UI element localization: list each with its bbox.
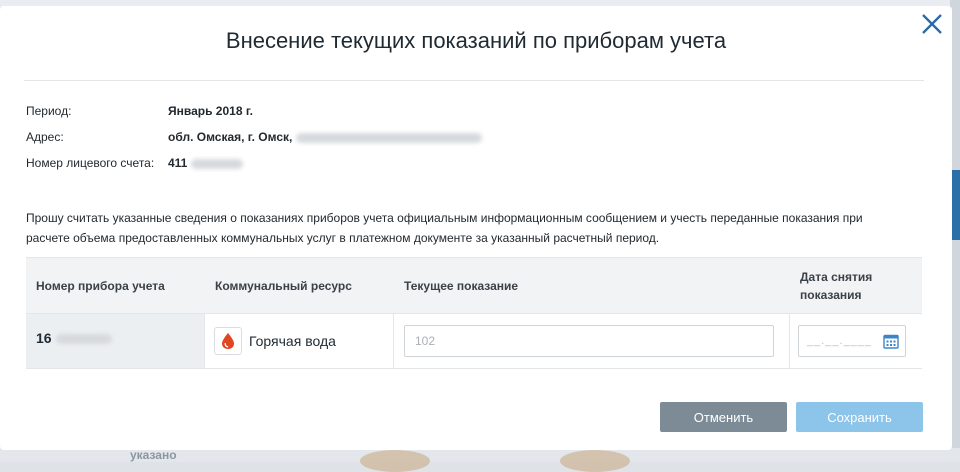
background-page-bottom: указано	[0, 448, 960, 472]
calendar-icon[interactable]	[883, 333, 899, 349]
period-value: Январь 2018 г.	[168, 104, 253, 118]
redacted-address	[296, 132, 483, 143]
meter-number: 16	[36, 330, 52, 346]
address-value: обл. Омская, г. Омск,	[168, 130, 483, 144]
background-image	[360, 450, 430, 472]
header-current-reading: Текущее показание	[404, 278, 519, 293]
resource-name: Горячая вода	[249, 333, 336, 349]
title-divider	[24, 80, 924, 81]
save-button[interactable]: Сохранить	[796, 402, 923, 432]
resource-cell: Горячая вода	[205, 314, 394, 368]
header-resource: Коммунальный ресурс	[215, 278, 352, 293]
header-reading-date: Дата снятия показания	[800, 269, 873, 302]
account-row: Номер лицевого счета: 411	[26, 156, 482, 182]
background-text: указано	[130, 448, 177, 462]
meters-table: Номер прибора учета Коммунальный ресурс …	[26, 257, 922, 369]
meter-number-cell: 16	[26, 314, 205, 368]
address-row: Адрес: обл. Омская, г. Омск,	[26, 130, 483, 156]
consent-notice: Прошу считать указанные сведения о показ…	[26, 211, 863, 245]
date-mask: __.__.____	[807, 335, 873, 347]
reading-date-input[interactable]: __.__.____	[798, 325, 906, 357]
address-label: Адрес:	[26, 130, 64, 144]
water-drop-icon	[214, 327, 242, 355]
current-reading-cell	[394, 314, 790, 368]
account-label: Номер лицевого счета:	[26, 156, 155, 170]
dialog-title: Внесение текущих показаний по приборам у…	[225, 28, 727, 53]
table-row: 16 Горячая вода __.__.____	[26, 313, 922, 369]
account-value: 411	[168, 156, 244, 170]
redacted-account	[191, 158, 244, 169]
period-row: Период: Январь 2018 г.	[26, 104, 482, 130]
background-image	[560, 450, 630, 472]
reading-date-cell: __.__.____	[790, 314, 922, 368]
header-meter-number: Номер прибора учета	[36, 278, 165, 293]
table-header: Номер прибора учета Коммунальный ресурс …	[26, 258, 922, 313]
cancel-button[interactable]: Отменить	[660, 402, 787, 432]
redacted-meter-number	[55, 334, 112, 344]
account-info: Период: Январь 2018 г. Адрес: обл. Омска…	[26, 104, 483, 182]
current-reading-input[interactable]	[404, 325, 774, 357]
period-label: Период:	[26, 104, 72, 118]
meter-readings-dialog: Внесение текущих показаний по приборам у…	[0, 6, 952, 450]
